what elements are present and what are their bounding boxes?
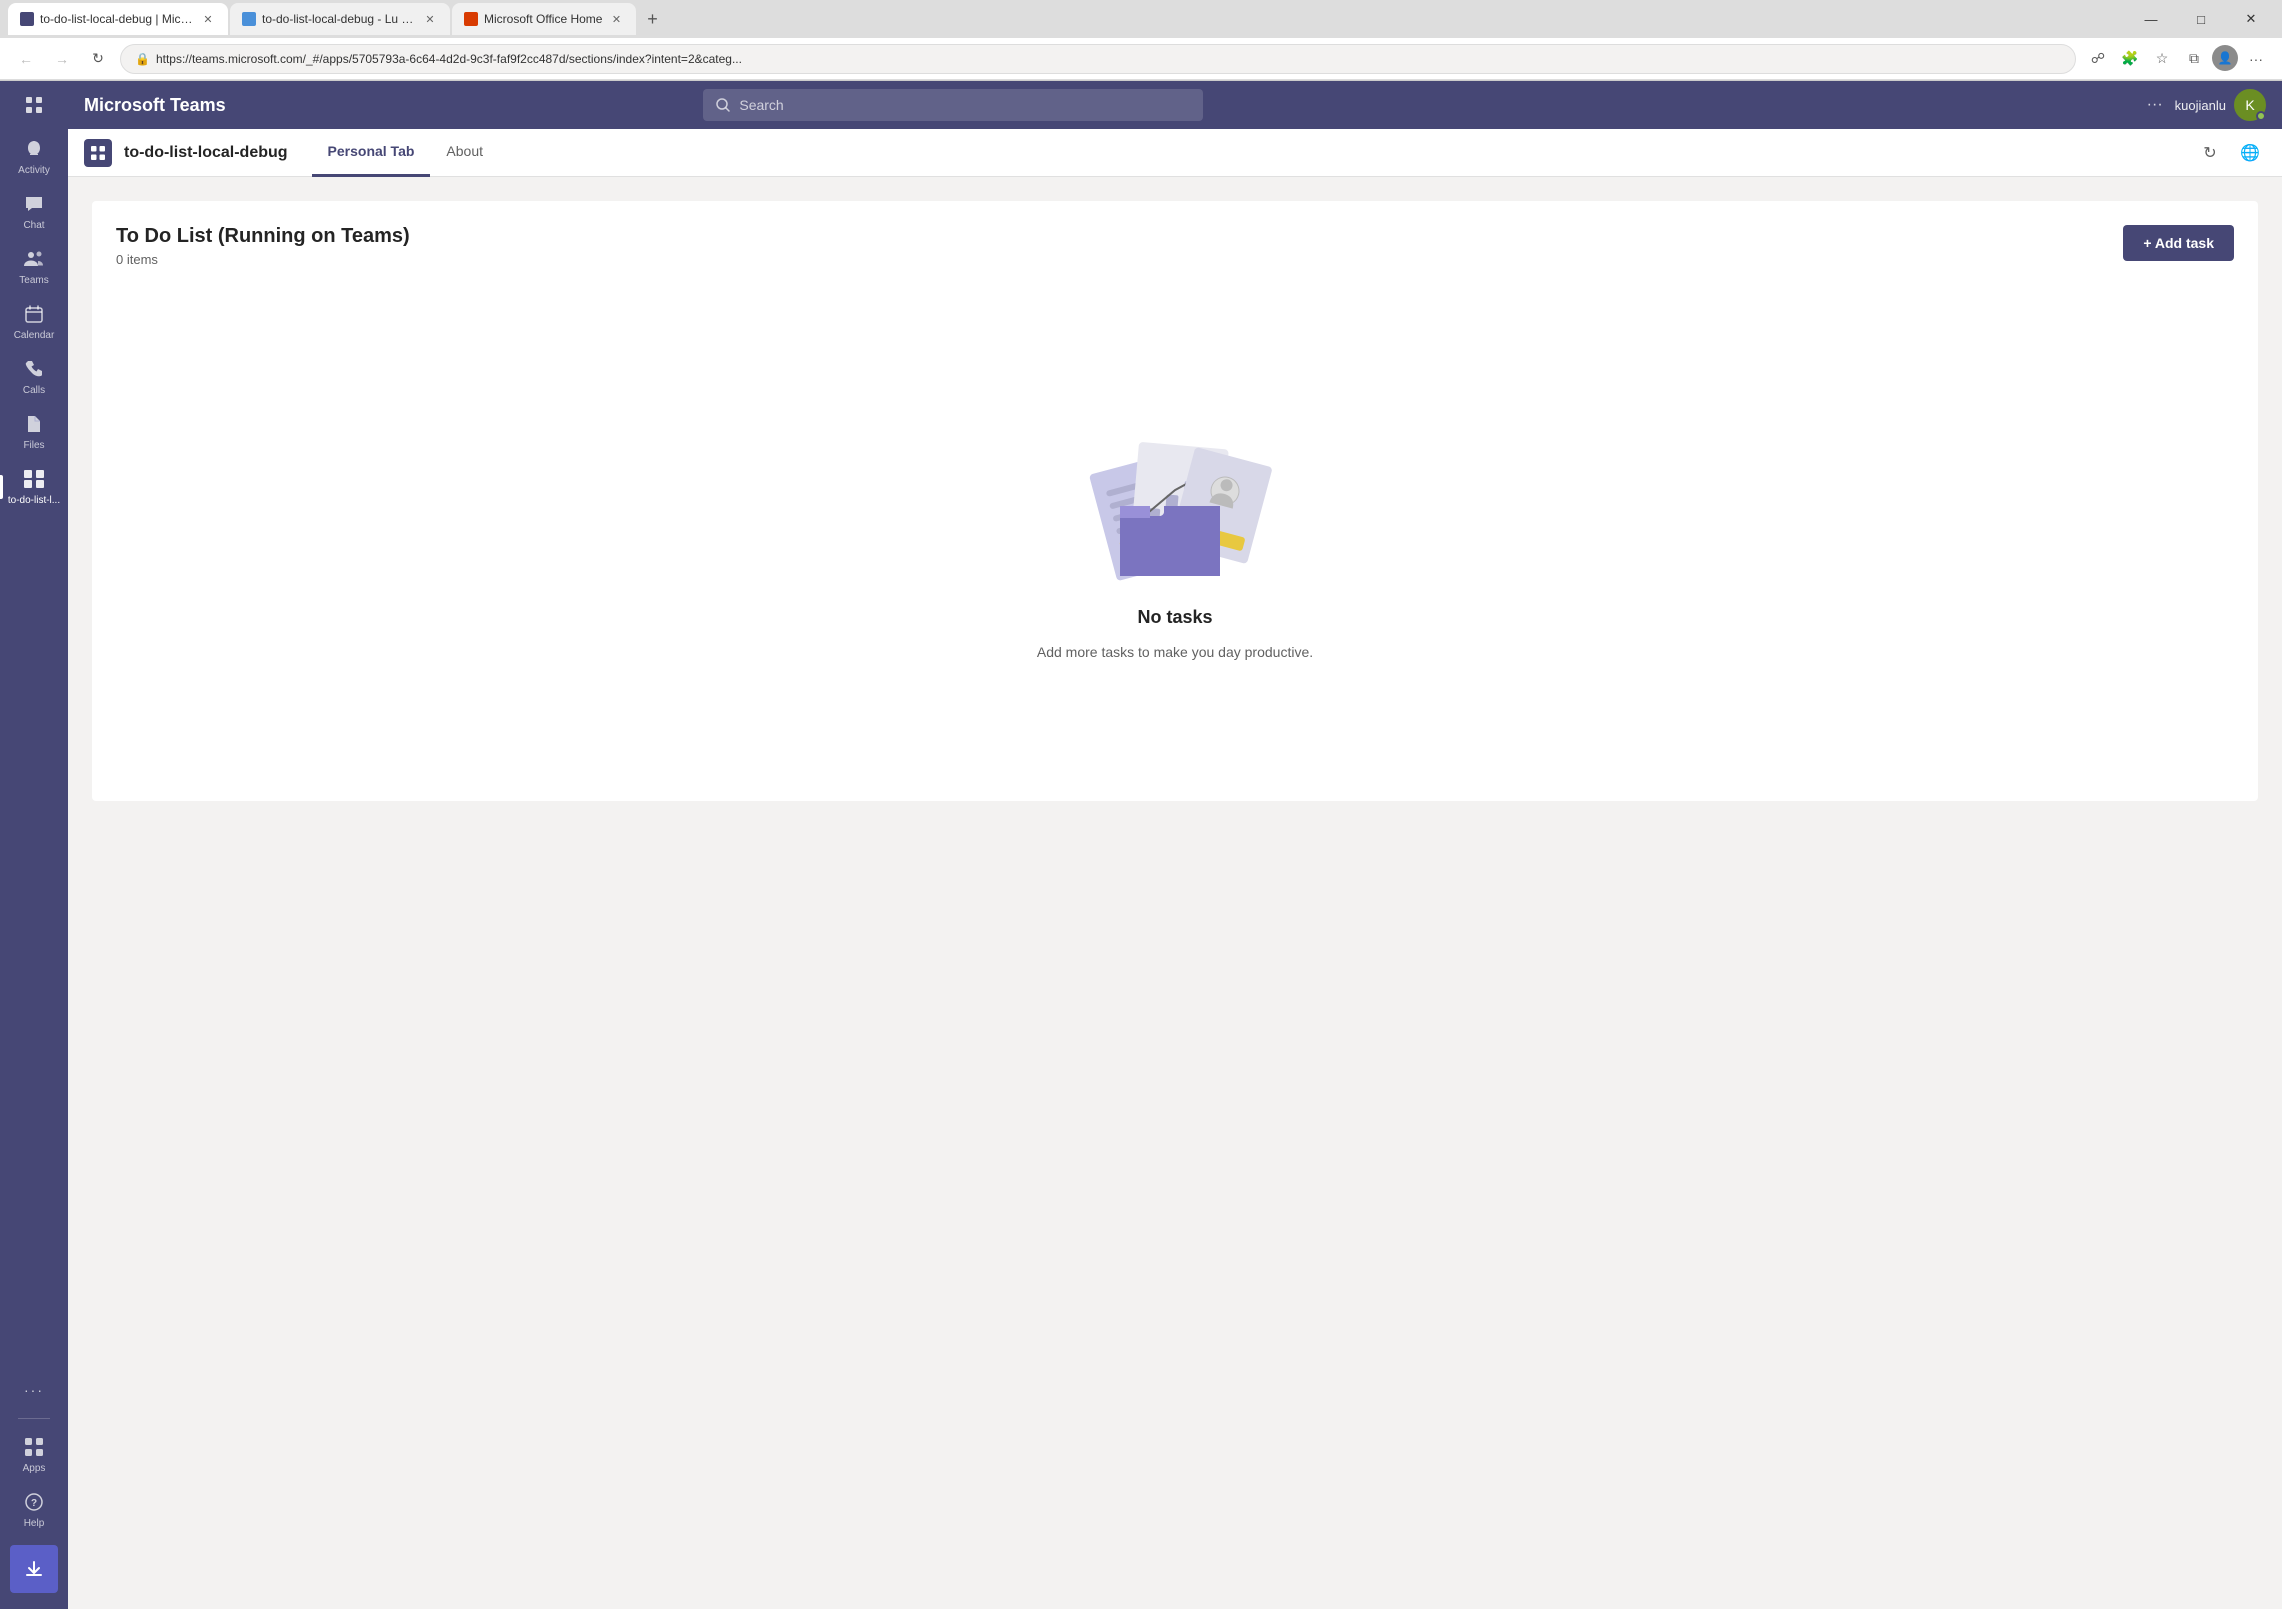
calendar-icon xyxy=(22,302,46,326)
teams-header: Microsoft Teams Search ··· kuojianlu K xyxy=(68,81,2282,129)
more-button[interactable]: ··· xyxy=(2242,45,2270,73)
address-bar: ← → ↻ 🔒 https://teams.microsoft.com/_#/a… xyxy=(0,38,2282,80)
todo-title: To Do List (Running on Teams) xyxy=(116,225,410,248)
tab-close-1[interactable]: ✕ xyxy=(200,11,216,27)
teams-main: Microsoft Teams Search ··· kuojianlu K xyxy=(68,81,2282,1609)
sidebar-item-calendar[interactable]: Calendar xyxy=(0,294,68,349)
content-area: To Do List (Running on Teams) 0 items + … xyxy=(68,177,2282,1609)
help-icon: ? xyxy=(22,1490,46,1514)
todo-icon xyxy=(22,467,46,491)
activity-label: Activity xyxy=(18,165,50,176)
globe-button[interactable]: 🌐 xyxy=(2234,137,2266,169)
content-card: To Do List (Running on Teams) 0 items + … xyxy=(92,201,2258,801)
teams-sidebar: Activity Chat Teams xyxy=(0,81,68,1609)
app-content-wrapper: to-do-list-local-debug Personal Tab Abou… xyxy=(68,129,2282,1609)
tab-favicon-3 xyxy=(464,12,478,26)
chat-label: Chat xyxy=(23,220,44,231)
sidebar-item-todo[interactable]: to-do-list-l... xyxy=(0,459,68,514)
browser-tab-1[interactable]: to-do-list-local-debug | Microso... ✕ xyxy=(8,3,228,35)
search-placeholder: Search xyxy=(739,97,783,113)
help-label: Help xyxy=(24,1518,45,1529)
browser-user-avatar[interactable]: 👤 xyxy=(2212,45,2238,71)
tab-favicon-2 xyxy=(242,12,256,26)
add-task-button[interactable]: + Add task xyxy=(2123,225,2234,261)
calls-label: Calls xyxy=(23,385,45,396)
back-button[interactable]: ← xyxy=(12,45,40,73)
teams-app: Activity Chat Teams xyxy=(0,81,2282,1609)
tab-about[interactable]: About xyxy=(430,129,499,177)
sidebar-item-more[interactable]: ··· xyxy=(0,1370,68,1410)
todo-count: 0 items xyxy=(116,252,410,267)
refresh-tab-button[interactable]: ↻ xyxy=(2194,137,2226,169)
sidebar-item-activity[interactable]: Activity xyxy=(0,129,68,184)
calls-icon xyxy=(22,357,46,381)
activity-icon xyxy=(22,137,46,161)
empty-subtitle: Add more tasks to make you day productiv… xyxy=(1037,644,1313,660)
sidebar-item-chat[interactable]: Chat xyxy=(0,184,68,239)
close-button[interactable]: ✕ xyxy=(2228,3,2274,35)
security-icon: 🔒 xyxy=(135,52,150,66)
chat-icon xyxy=(22,192,46,216)
browser-tab-2[interactable]: to-do-list-local-debug - Lu Kuoj... ✕ xyxy=(230,3,450,35)
empty-title: No tasks xyxy=(1137,607,1212,628)
refresh-button[interactable]: ↻ xyxy=(84,45,112,73)
url-text: https://teams.microsoft.com/_#/apps/5705… xyxy=(156,52,2061,66)
minimize-button[interactable]: — xyxy=(2128,3,2174,35)
download-button[interactable] xyxy=(10,1545,58,1593)
tab-close-2[interactable]: ✕ xyxy=(422,11,438,27)
svg-text:?: ? xyxy=(31,1498,37,1509)
new-tab-button[interactable]: + xyxy=(638,5,666,33)
todo-header-text: To Do List (Running on Teams) 0 items xyxy=(116,225,410,267)
teams-icon xyxy=(22,247,46,271)
calendar-label: Calendar xyxy=(14,330,55,341)
more-icon: ··· xyxy=(22,1378,46,1402)
sidebar-item-teams[interactable]: Teams xyxy=(0,239,68,294)
maximize-button[interactable]: □ xyxy=(2178,3,2224,35)
tab-title-1: to-do-list-local-debug | Microso... xyxy=(40,12,194,26)
search-icon xyxy=(715,97,731,113)
sidebar-item-calls[interactable]: Calls xyxy=(0,349,68,404)
favorites-button[interactable]: ☆ xyxy=(2148,45,2176,73)
tab-bar: to-do-list-local-debug | Microso... ✕ to… xyxy=(0,0,2282,38)
header-username: kuojianlu xyxy=(2175,98,2226,113)
browser-tab-3[interactable]: Microsoft Office Home ✕ xyxy=(452,3,636,35)
forward-button[interactable]: → xyxy=(48,45,76,73)
tab-personal[interactable]: Personal Tab xyxy=(312,129,431,177)
extensions-button[interactable]: 🧩 xyxy=(2116,45,2144,73)
empty-state: ↗ xyxy=(116,283,2234,777)
apps-icon xyxy=(22,1435,46,1459)
teams-search-bar[interactable]: Search xyxy=(703,89,1203,121)
empty-illustration: ↗ xyxy=(1065,401,1285,591)
app-tab-bar: to-do-list-local-debug Personal Tab Abou… xyxy=(68,129,2282,177)
teams-logo: Microsoft Teams xyxy=(84,95,226,116)
sidebar-item-help[interactable]: ? Help xyxy=(0,1482,68,1537)
app-icon xyxy=(84,139,112,167)
tab-close-3[interactable]: ✕ xyxy=(608,11,624,27)
avatar-status-dot xyxy=(2256,111,2266,121)
url-bar[interactable]: 🔒 https://teams.microsoft.com/_#/apps/57… xyxy=(120,44,2076,74)
browser-actions: ☍ 🧩 ☆ ⧉ 👤 ··· xyxy=(2084,45,2270,73)
window-controls: — □ ✕ xyxy=(2128,3,2274,35)
header-avatar[interactable]: K xyxy=(2234,89,2266,121)
header-more-button[interactable]: ··· xyxy=(2143,92,2167,118)
app-title: to-do-list-local-debug xyxy=(124,144,288,162)
tab-title-3: Microsoft Office Home xyxy=(484,12,602,26)
browser-chrome: to-do-list-local-debug | Microso... ✕ to… xyxy=(0,0,2282,81)
content-header: To Do List (Running on Teams) 0 items + … xyxy=(116,225,2234,267)
files-icon xyxy=(22,412,46,436)
files-label: Files xyxy=(23,440,44,451)
sidebar-divider xyxy=(18,1418,50,1419)
sidebar-grid-button[interactable] xyxy=(18,89,50,121)
sidebar-item-apps[interactable]: Apps xyxy=(0,1427,68,1482)
teams-label: Teams xyxy=(19,275,48,286)
app-tab-actions: ↻ 🌐 xyxy=(2194,137,2266,169)
sidebar-item-files[interactable]: Files xyxy=(0,404,68,459)
todo-label: to-do-list-l... xyxy=(8,495,60,506)
teams-header-actions: ··· kuojianlu K xyxy=(2143,89,2266,121)
read-aloud-button[interactable]: ☍ xyxy=(2084,45,2112,73)
tab-title-2: to-do-list-local-debug - Lu Kuoj... xyxy=(262,12,416,26)
apps-label: Apps xyxy=(23,1463,46,1474)
collections-button[interactable]: ⧉ xyxy=(2180,45,2208,73)
tab-favicon-1 xyxy=(20,12,34,26)
